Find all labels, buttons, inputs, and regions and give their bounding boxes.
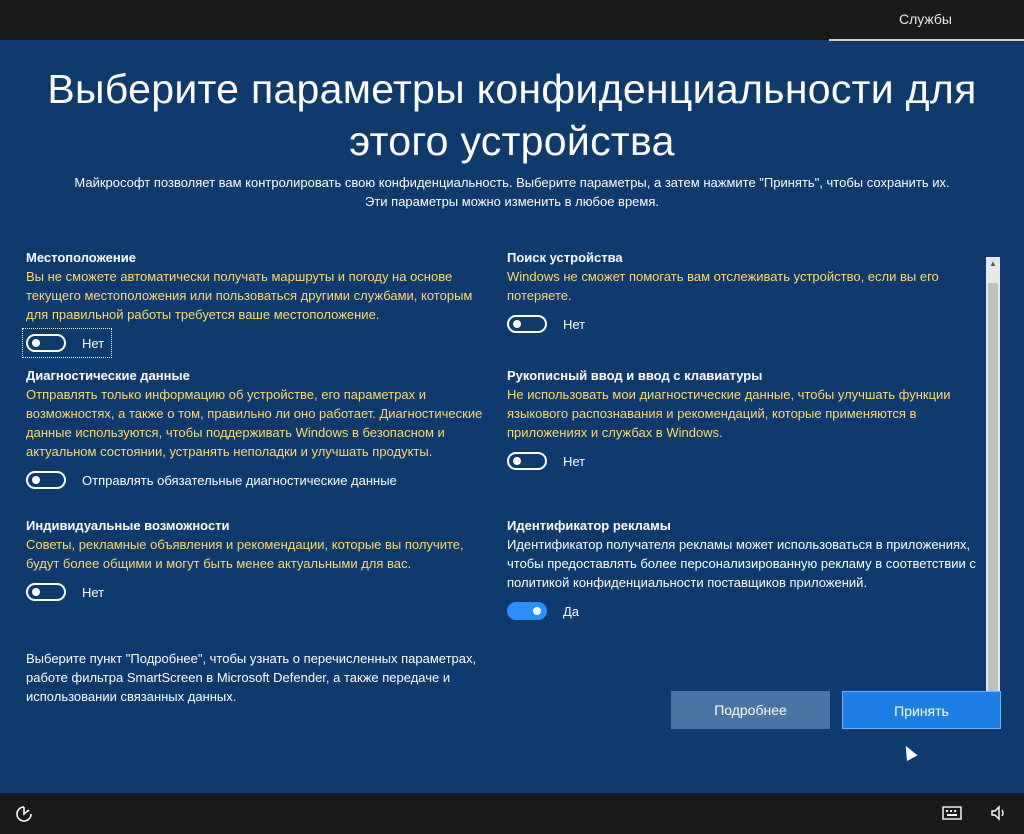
settings-scroll-area[interactable]: Местоположение Вы не сможете автоматичес… [0,251,985,717]
setting-description: Вы не сможете автоматически получать мар… [26,269,473,322]
top-bar: Службы [0,0,1024,41]
scroll-up-icon[interactable]: ▲ [986,257,1000,271]
scrollbar-thumb[interactable] [988,283,998,697]
setting-find-device: Поиск устройства Windows не сможет помог… [507,251,977,335]
learn-more-button[interactable]: Подробнее [671,691,830,729]
toggle-label: Нет [82,335,105,351]
toggle-switch[interactable] [26,471,66,489]
inking-toggle[interactable]: Нет [507,450,977,472]
toggle-knob [513,320,521,328]
advertising-toggle[interactable]: Да [507,600,977,622]
toggle-knob [533,607,541,615]
keyboard-icon[interactable] [942,806,962,820]
setting-location: Местоположение Вы не сможете автоматичес… [22,251,496,358]
setting-title: Индивидуальные возможности [26,518,230,533]
setting-title: Поиск устройства [507,251,623,265]
toggle-switch[interactable] [507,452,547,470]
setting-description: Советы, рекламные объявления и рекоменда… [26,537,464,571]
setting-tailored-experiences: Индивидуальные возможности Советы, рекла… [26,517,496,603]
toggle-label: Нет [82,584,105,600]
toggle-switch[interactable] [507,602,547,620]
setting-advertising-id: Идентификатор рекламы Идентификатор полу… [507,517,977,622]
setting-title: Диагностические данные [26,368,190,383]
toggle-label: Нет [563,453,586,469]
services-link[interactable]: Службы [899,11,952,27]
toggle-label: Отправлять обязательные диагностические … [82,472,397,488]
toggle-knob [513,457,521,465]
page-subtitle: Майкрософт позволяет вам контролировать … [74,175,950,209]
toggle-switch[interactable] [26,334,66,352]
page-title: Выберите параметры конфиденциальности дл… [47,66,977,164]
find-device-toggle[interactable]: Нет [507,313,977,335]
toggle-switch[interactable] [26,583,66,601]
setting-description: Отправлять только информацию об устройст… [26,387,483,459]
tailored-toggle[interactable]: Нет [26,581,496,603]
setting-inking-typing: Рукописный ввод и ввод с клавиатуры Не и… [507,367,977,472]
settings-scrollbar[interactable]: ▲ ▼ [986,257,1000,709]
toggle-knob [32,476,40,484]
privacy-settings-page: Выберите параметры конфиденциальности дл… [0,41,1024,793]
setting-title: Идентификатор рекламы [507,518,671,533]
setting-description: Идентификатор получателя рекламы может и… [507,537,976,590]
mouse-cursor-icon [900,743,918,761]
accept-button[interactable]: Принять [842,691,1001,729]
toggle-label: Нет [563,316,586,332]
setting-description: Windows не сможет помогать вам отслежива… [507,269,939,303]
location-toggle[interactable]: Нет [22,328,112,358]
volume-icon[interactable] [990,804,1008,822]
toggle-label: Да [563,603,580,619]
bottom-taskbar [0,793,1024,834]
toggle-knob [32,588,40,596]
ease-of-access-icon[interactable] [14,804,34,824]
setting-title: Рукописный ввод и ввод с клавиатуры [507,368,763,383]
setting-diagnostics: Диагностические данные Отправлять только… [26,367,496,491]
setting-description: Не использовать мои диагностические данн… [507,387,951,440]
setting-title: Местоположение [26,251,136,265]
toggle-knob [32,339,40,347]
toggle-switch[interactable] [507,315,547,333]
learn-more-note: Выберите пункт "Подробнее", чтобы узнать… [26,651,477,704]
diagnostics-toggle[interactable]: Отправлять обязательные диагностические … [26,469,496,491]
